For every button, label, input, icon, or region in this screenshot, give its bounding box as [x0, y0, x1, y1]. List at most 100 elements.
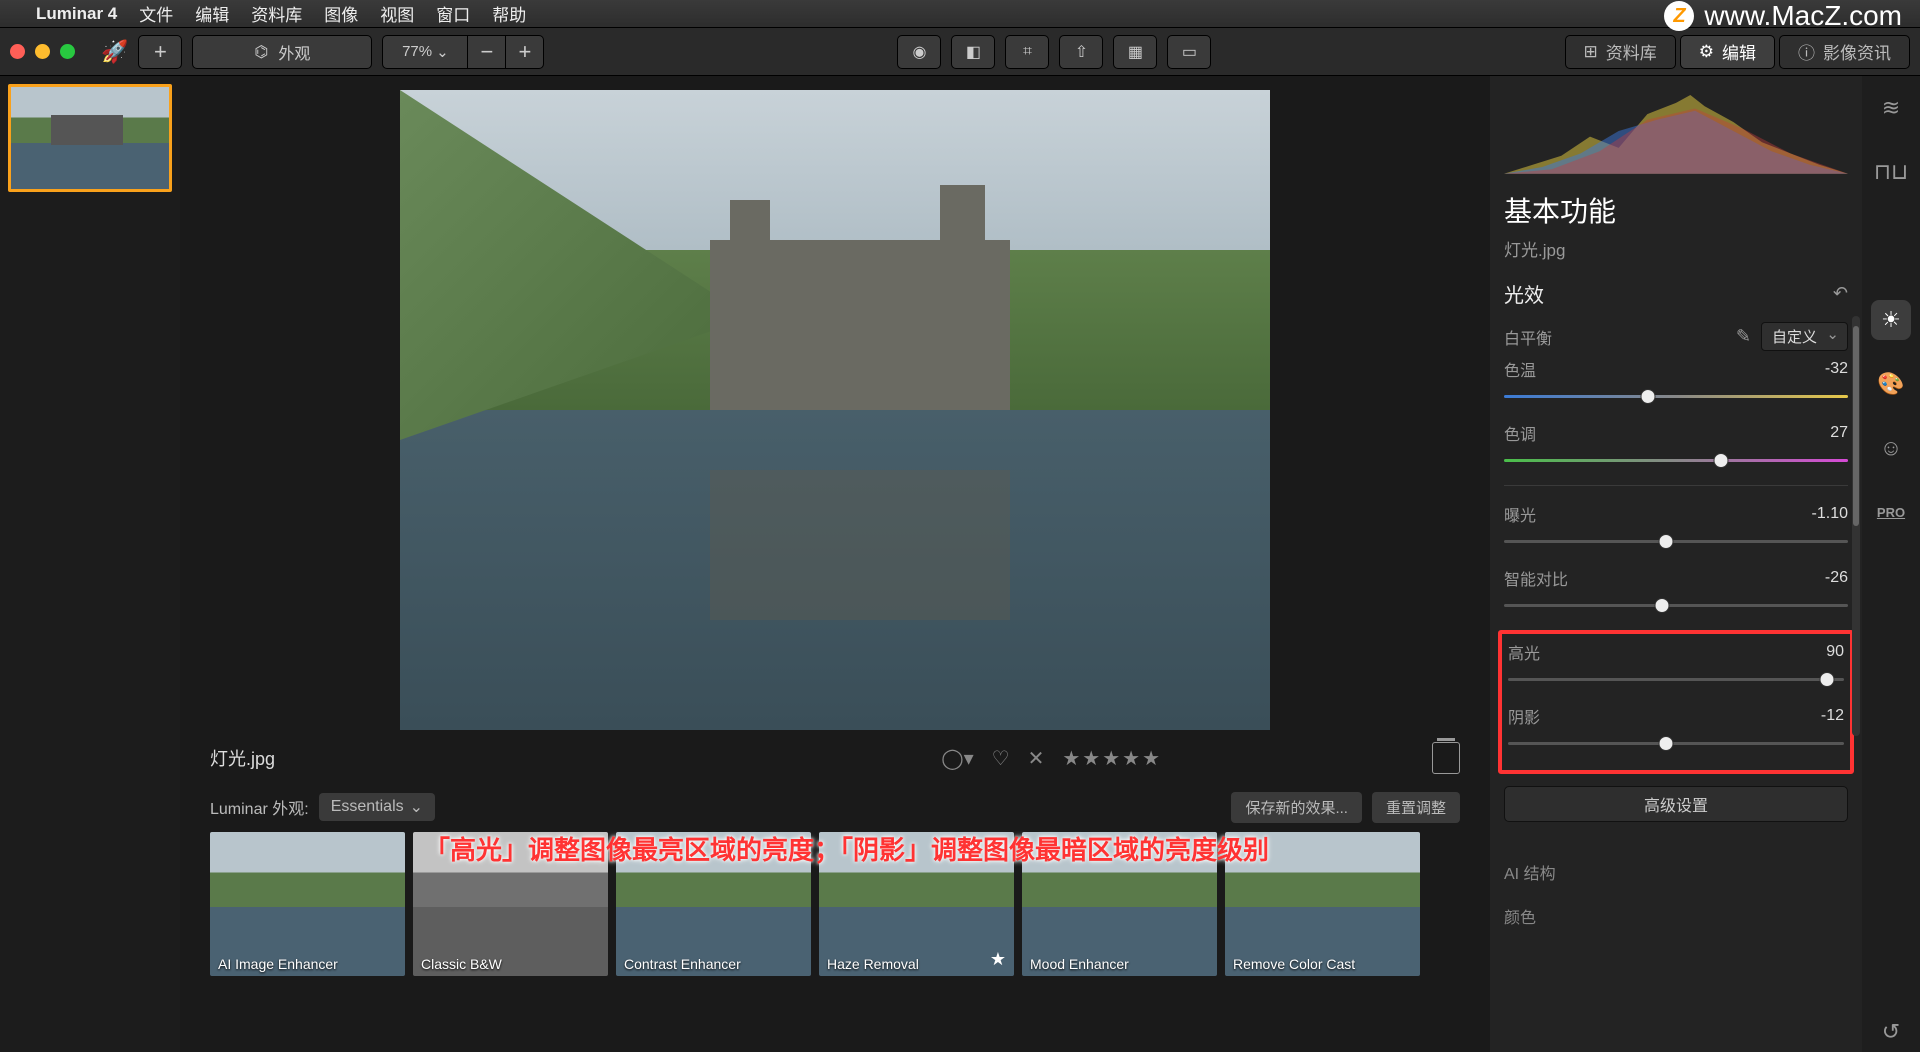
wb-dropdown[interactable]: 自定义: [1761, 322, 1848, 351]
temp-slider[interactable]: [1504, 387, 1848, 405]
edit-category-tabs: ≋ ⊓⊔ ☀ 🎨 ☺ PRO ↺: [1862, 76, 1920, 1052]
highlights-slider[interactable]: [1508, 670, 1844, 688]
advanced-settings-button[interactable]: 高级设置: [1504, 786, 1848, 822]
contrast-slider[interactable]: [1504, 596, 1848, 614]
export-button[interactable]: ⇧: [1059, 35, 1103, 69]
look-classic-bw[interactable]: Classic B&W: [413, 832, 608, 976]
look-mood-enhancer[interactable]: Mood Enhancer: [1022, 832, 1217, 976]
creative-tab-icon[interactable]: 🎨: [1871, 364, 1911, 404]
minimize-button[interactable]: [35, 44, 50, 59]
looks-label: Luminar 外观:: [210, 795, 309, 819]
eyedropper-icon[interactable]: ✎: [1736, 326, 1751, 347]
panel-scrollbar[interactable]: [1852, 316, 1860, 736]
pro-tab-icon[interactable]: PRO: [1871, 492, 1911, 532]
star-icon: ★: [990, 949, 1006, 970]
section-light: 光效: [1504, 279, 1544, 308]
app-name[interactable]: Luminar 4: [36, 4, 117, 24]
appearance-dropdown[interactable]: ⌬ 外观: [192, 35, 372, 69]
looks-group-dropdown[interactable]: Essentials⌄: [319, 793, 435, 821]
tab-library[interactable]: ⊞资料库: [1565, 35, 1676, 69]
ai-structure-label[interactable]: AI 结构: [1504, 860, 1556, 884]
appearance-icon: ⌬: [254, 42, 268, 62]
tab-info[interactable]: ⓘ影像资讯: [1779, 35, 1910, 69]
edit-panel: 基本功能 灯光.jpg 光效 ↶ 白平衡 ✎ 自定义 色温-32 色调27 曝光…: [1490, 76, 1920, 1052]
filmstrip: [0, 76, 180, 1052]
undo-icon[interactable]: ↶: [1833, 283, 1848, 304]
highlights-value: 90: [1826, 643, 1844, 661]
maximize-button[interactable]: [60, 44, 75, 59]
main-tabs: ⊞资料库 ⚙编辑 ⓘ影像资讯: [1565, 35, 1911, 69]
color-section-label[interactable]: 颜色: [1504, 904, 1536, 928]
menu-view[interactable]: 视图: [380, 1, 414, 26]
tint-slider[interactable]: [1504, 451, 1848, 469]
grid-view-button[interactable]: ▦: [1113, 35, 1157, 69]
tint-value: 27: [1830, 424, 1848, 442]
save-look-button[interactable]: 保存新的效果...: [1231, 792, 1362, 823]
menu-file[interactable]: 文件: [139, 1, 173, 26]
file-info-bar: 灯光.jpg ◯▾ ♡ ✕ ★★★★★: [180, 730, 1490, 786]
layers-tab-icon[interactable]: ≋: [1871, 88, 1911, 128]
zoom-control: 77% ⌄ − +: [382, 35, 544, 69]
edit-icon: ⚙: [1699, 42, 1714, 62]
menu-edit[interactable]: 编辑: [195, 1, 229, 26]
exposure-slider[interactable]: [1504, 532, 1848, 550]
canvas-tab-icon[interactable]: ⊓⊔: [1871, 152, 1911, 192]
looks-strip: 「高光」调整图像最亮区域的亮度；「阴影」调整图像最暗区域的亮度级别 AI Ima…: [180, 828, 1490, 980]
contrast-label: 智能对比: [1504, 566, 1568, 590]
histogram[interactable]: [1504, 86, 1848, 176]
reset-adjustments-button[interactable]: 重置调整: [1372, 792, 1460, 823]
zoom-out-button[interactable]: −: [468, 35, 506, 69]
tab-edit[interactable]: ⚙编辑: [1680, 35, 1775, 69]
single-view-button[interactable]: ▭: [1167, 35, 1211, 69]
image-canvas[interactable]: [400, 90, 1270, 730]
exposure-label: 曝光: [1504, 502, 1536, 526]
thumbnail-selected[interactable]: [8, 84, 172, 192]
essentials-tab-icon[interactable]: ☀: [1871, 300, 1911, 340]
flag-icon[interactable]: ◯▾: [941, 746, 973, 771]
looks-header: Luminar 外观: Essentials⌄ 保存新的效果... 重置调整: [180, 786, 1490, 828]
window-controls: [10, 44, 75, 59]
compare-button[interactable]: ◧: [951, 35, 995, 69]
appearance-label: 外观: [278, 40, 310, 64]
tint-label: 色调: [1504, 421, 1536, 445]
menu-help[interactable]: 帮助: [492, 1, 526, 26]
watermark-text: www.MacZ.com: [1704, 0, 1902, 32]
shadows-value: -12: [1821, 707, 1844, 725]
portrait-tab-icon[interactable]: ☺: [1871, 428, 1911, 468]
look-haze-removal[interactable]: Haze Removal★: [819, 832, 1014, 976]
filename: 灯光.jpg: [210, 745, 941, 771]
close-button[interactable]: [10, 44, 25, 59]
watermark: Z www.MacZ.com: [1664, 0, 1902, 32]
contrast-value: -26: [1825, 569, 1848, 587]
trash-button[interactable]: [1432, 742, 1460, 774]
highlighted-control-group: 高光 90 阴影 -12: [1498, 630, 1854, 774]
shadows-label: 阴影: [1508, 704, 1540, 728]
look-ai-enhancer[interactable]: AI Image Enhancer: [210, 832, 405, 976]
zoom-value[interactable]: 77% ⌄: [382, 35, 468, 69]
look-contrast-enhancer[interactable]: Contrast Enhancer: [616, 832, 811, 976]
rocket-icon[interactable]: 🚀: [101, 39, 128, 65]
look-remove-color-cast[interactable]: Remove Color Cast: [1225, 832, 1420, 976]
crop-button[interactable]: ⌗: [1005, 35, 1049, 69]
highlights-label: 高光: [1508, 640, 1540, 664]
reject-icon[interactable]: ✕: [1028, 746, 1045, 771]
add-button[interactable]: +: [138, 35, 182, 69]
menu-library[interactable]: 资料库: [251, 1, 302, 26]
library-icon: ⊞: [1584, 42, 1598, 62]
menu-image[interactable]: 图像: [324, 1, 358, 26]
macos-menubar: Luminar 4 文件 编辑 资料库 图像 视图 窗口 帮助: [0, 0, 1920, 28]
zoom-in-button[interactable]: +: [506, 35, 544, 69]
canvas-area: 灯光.jpg ◯▾ ♡ ✕ ★★★★★ Luminar 外观: Essentia…: [180, 76, 1490, 1052]
preview-button[interactable]: ◉: [897, 35, 941, 69]
rating-stars[interactable]: ★★★★★: [1062, 746, 1162, 771]
temp-label: 色温: [1504, 357, 1536, 381]
info-icon: ⓘ: [1798, 39, 1815, 64]
shadows-slider[interactable]: [1508, 734, 1844, 752]
menu-window[interactable]: 窗口: [436, 1, 470, 26]
temp-value: -32: [1825, 360, 1848, 378]
watermark-z-icon: Z: [1664, 1, 1694, 31]
exposure-value: -1.10: [1812, 505, 1848, 523]
heart-icon[interactable]: ♡: [992, 746, 1010, 771]
history-tab-icon[interactable]: ↺: [1871, 1012, 1911, 1052]
panel-subtitle: 灯光.jpg: [1504, 236, 1848, 261]
